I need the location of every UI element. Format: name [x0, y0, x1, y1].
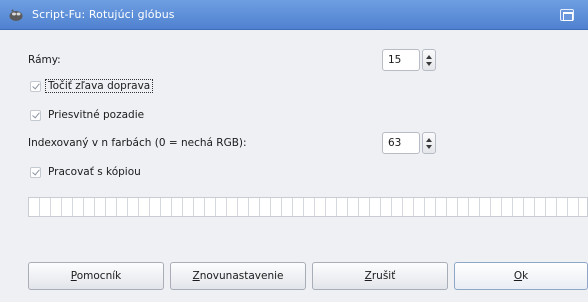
indexed-spinbutton[interactable]: 63: [382, 132, 438, 154]
window-title: Script-Fu: Rotujúci glóbus: [32, 8, 175, 21]
frames-spinbutton[interactable]: 15: [382, 49, 438, 71]
cancel-button[interactable]: Zrušiť: [312, 262, 448, 290]
spin-down-icon[interactable]: [426, 62, 432, 66]
copy-checkbox-label: Pracovať s kópiou: [48, 166, 141, 178]
cancel-button-label: rušiť: [371, 270, 396, 282]
spin-down-icon[interactable]: [426, 145, 432, 149]
ok-button-mnemonic: O: [513, 270, 523, 282]
ok-button-label: k: [522, 270, 529, 282]
indexed-label: Indexovaný v n farbách (0 = nechá RGB):: [28, 137, 247, 149]
title-bar[interactable]: Script-Fu: Rotujúci glóbus: [0, 0, 588, 30]
frames-input[interactable]: 15: [382, 49, 420, 71]
frames-label: Rámy:: [28, 54, 61, 66]
reset-button[interactable]: Znovunastavenie: [170, 262, 306, 290]
indexed-input[interactable]: 63: [382, 132, 420, 154]
frames-spin-arrows[interactable]: [422, 49, 436, 71]
copy-checkbox[interactable]: Pracovať s kópiou: [30, 164, 200, 182]
rotate-check-icon[interactable]: [30, 81, 41, 92]
reset-button-mnemonic: Z: [192, 270, 200, 282]
rotate-checkbox[interactable]: Točiť zľava doprava: [30, 78, 200, 96]
help-button-label: omocník: [76, 270, 122, 282]
ok-button[interactable]: Ok: [454, 262, 588, 290]
progress-bar: [28, 197, 588, 217]
spin-up-icon[interactable]: [426, 138, 432, 142]
script-fu-dialog: Script-Fu: Rotujúci glóbus Rámy: 15 Toči…: [0, 0, 588, 302]
transparent-checkbox[interactable]: Priesvitné pozadie: [30, 107, 200, 125]
maximize-button[interactable]: [560, 9, 574, 21]
cancel-button-mnemonic: Z: [364, 270, 372, 282]
copy-check-icon[interactable]: [30, 167, 41, 178]
rotate-checkbox-label: Točiť zľava doprava: [44, 79, 154, 93]
reset-button-label: novunastavenie: [199, 270, 284, 282]
indexed-spin-arrows[interactable]: [422, 132, 436, 154]
gimp-icon: [9, 9, 23, 21]
spin-up-icon[interactable]: [426, 55, 432, 59]
transparent-checkbox-label: Priesvitné pozadie: [48, 109, 145, 121]
help-button[interactable]: Pomocník: [28, 262, 164, 290]
transparent-check-icon[interactable]: [30, 110, 41, 121]
